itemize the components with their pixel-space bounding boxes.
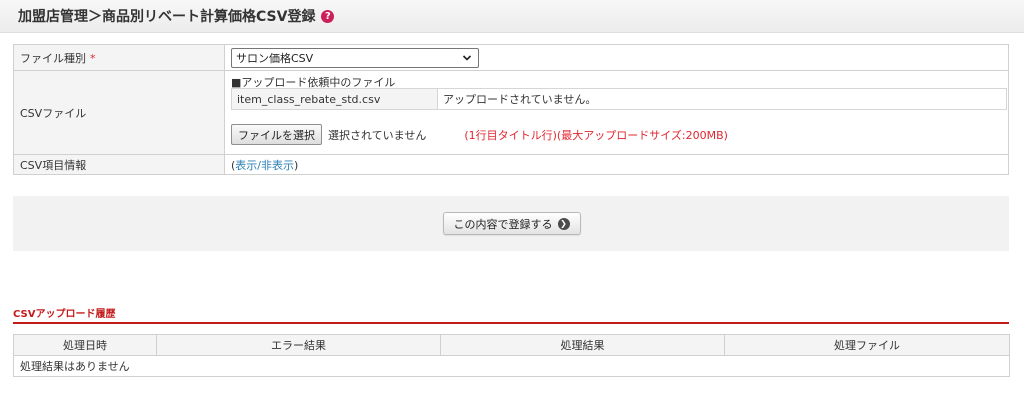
required-mark: *	[90, 51, 96, 65]
pending-file-row: item_class_rebate_std.csv アップロードされていません。	[231, 88, 1007, 110]
csv-file-row: CSVファイル ■アップロード依頼中のファイル item_class_rebat…	[13, 70, 1009, 155]
file-type-value-cell: サロン価格CSV	[224, 44, 1009, 71]
file-type-label-cell: ファイル種別 *	[13, 44, 225, 71]
page-title: 加盟店管理＞商品別リベート計算価格CSV登録	[18, 9, 316, 25]
pending-files-heading: ■アップロード依頼中のファイル	[231, 76, 396, 89]
column-header: 処理ファイル	[724, 334, 1010, 356]
help-icon[interactable]: ?	[321, 9, 335, 23]
file-type-selected-value: サロン価格CSV	[236, 51, 314, 65]
pending-filename: item_class_rebate_std.csv	[231, 88, 438, 110]
column-header: エラー結果	[156, 334, 441, 356]
column-header: 処理結果	[440, 334, 725, 356]
arrow-right-icon: ❯	[557, 217, 570, 230]
column-header: 処理日時	[13, 334, 157, 356]
csv-file-label-cell: CSVファイル	[13, 70, 225, 155]
no-file-selected-text: 選択されていません	[328, 128, 427, 142]
pending-file-table: item_class_rebate_std.csv アップロードされていません。	[231, 88, 1007, 110]
empty-message: 処理結果はありません	[13, 355, 1010, 377]
csv-fields-label-cell: CSV項目情報	[13, 154, 225, 175]
history-divider	[13, 322, 1009, 324]
csv-fields-value-cell: (表示/非表示)	[224, 154, 1009, 175]
submit-button[interactable]: この内容で登録する ❯	[442, 212, 581, 235]
csv-file-label: CSVファイル	[20, 106, 87, 120]
upload-note: (1行目タイトル行)(最大アップロードサイズ:200MB)	[464, 128, 728, 142]
page-header: 加盟店管理＞商品別リベート計算価格CSV登録 ?	[0, 0, 1024, 33]
submit-label: この内容で登録する	[453, 217, 553, 231]
csv-file-value-cell: ■アップロード依頼中のファイル item_class_rebate_std.cs…	[224, 70, 1009, 155]
choose-file-button[interactable]: ファイルを選択	[231, 124, 322, 145]
history-title: CSVアップロード履歴	[13, 309, 116, 320]
history-empty-row: 処理結果はありません	[13, 355, 1010, 377]
csv-fields-row: CSV項目情報 (表示/非表示)	[13, 154, 1009, 175]
action-panel: この内容で登録する ❯	[13, 196, 1009, 251]
paren-close: )	[294, 158, 299, 172]
file-type-label: ファイル種別	[20, 51, 86, 65]
chevron-down-icon	[462, 54, 472, 61]
upload-form-table: ファイル種別 * サロン価格CSV CSVファイル ■アップロード依頼中のファイル…	[13, 44, 1009, 175]
toggle-fields-link[interactable]: 表示/非表示	[235, 159, 294, 172]
csv-fields-label: CSV項目情報	[20, 158, 87, 172]
file-type-select[interactable]: サロン価格CSV	[231, 47, 479, 68]
history-header-row: 処理日時 エラー結果 処理結果 処理ファイル	[13, 334, 1010, 356]
history-table: 処理日時 エラー結果 処理結果 処理ファイル 処理結果はありません	[13, 334, 1010, 377]
pending-status: アップロードされていません。	[437, 88, 1007, 110]
upload-row: ファイルを選択 選択されていません (1行目タイトル行)(最大アップロードサイズ…	[231, 124, 1002, 145]
file-type-row: ファイル種別 * サロン価格CSV	[13, 44, 1009, 71]
